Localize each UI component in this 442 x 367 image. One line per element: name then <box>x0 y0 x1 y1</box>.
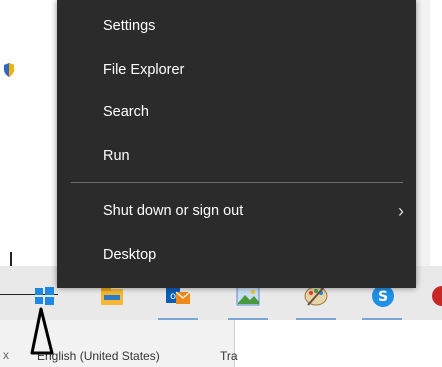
shield-icon <box>4 63 14 77</box>
taskbar-active-indicator <box>362 318 402 320</box>
annotation-arrow <box>30 307 54 355</box>
background-left-strip <box>0 0 60 268</box>
menu-item-desktop[interactable]: Desktop <box>57 235 416 275</box>
menu-separator <box>71 182 403 183</box>
menu-item-label: Shut down or sign out <box>103 203 244 219</box>
menu-item-label: Search <box>103 104 149 120</box>
chevron-right-icon: › <box>398 201 404 221</box>
menu-item-label: File Explorer <box>103 62 185 78</box>
background-right-strip <box>430 0 442 268</box>
taskbar-active-indicator <box>158 318 198 320</box>
truncated-label: Tra <box>220 349 238 363</box>
close-icon[interactable]: x <box>3 348 9 362</box>
svg-text:o: o <box>170 291 176 302</box>
partial-app-icon[interactable] <box>431 283 442 309</box>
menu-item-label: Settings <box>103 18 156 34</box>
menu-item-run[interactable]: Run <box>57 136 416 176</box>
menu-item-label: Run <box>103 148 130 164</box>
menu-item-settings[interactable]: Settings <box>57 6 416 46</box>
menu-item-file-explorer[interactable]: File Explorer <box>57 50 416 90</box>
taskbar-active-indicator <box>228 318 268 320</box>
menu-item-label: Desktop <box>103 247 157 263</box>
taskbar-active-indicator <box>296 318 336 320</box>
menu-item-shut-down[interactable]: Shut down or sign out › <box>57 191 416 231</box>
menu-item-search[interactable]: Search <box>57 92 416 132</box>
svg-text:S: S <box>378 289 388 305</box>
start-context-menu: Settings File Explorer Search Run Shut d… <box>57 0 416 288</box>
